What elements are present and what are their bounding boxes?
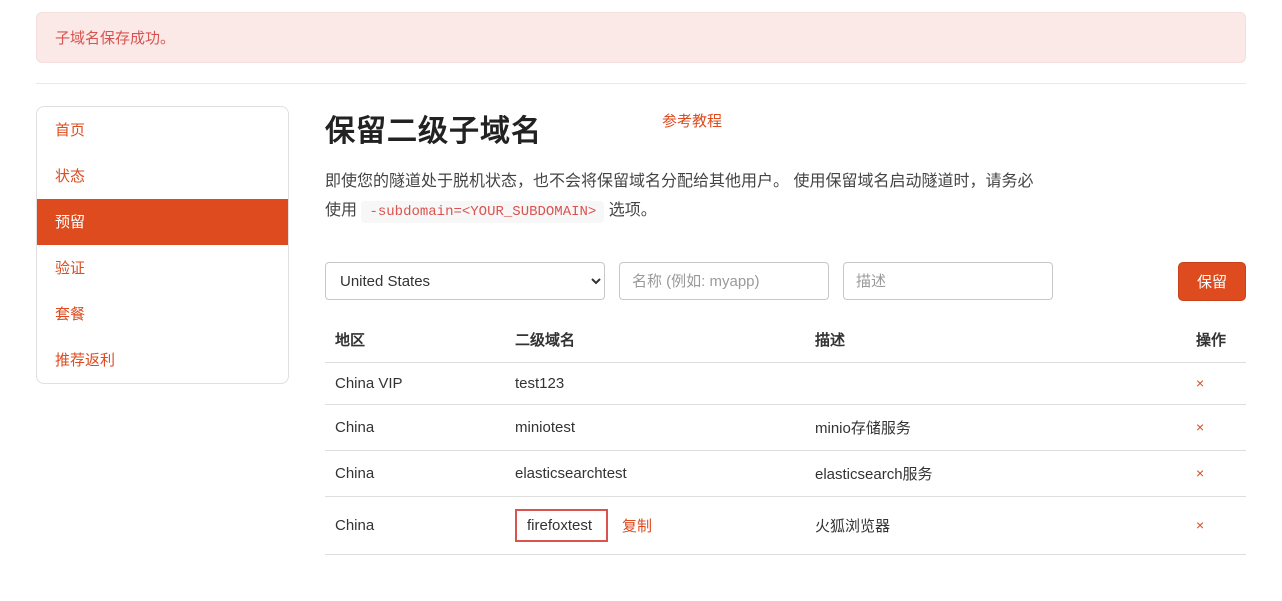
domains-table-wrap: 地区 二级域名 描述 操作 China VIP test123 × China	[325, 317, 1246, 555]
sidebar-item-status[interactable]: 状态	[37, 153, 288, 199]
copy-link[interactable]: 复制	[622, 515, 652, 536]
sidebar-item-referral[interactable]: 推荐返利	[37, 337, 288, 383]
desc-code: -subdomain=<YOUR_SUBDOMAIN>	[361, 201, 604, 223]
name-input[interactable]	[619, 262, 829, 300]
cell-region: China	[325, 496, 505, 554]
cell-desc: elasticsearch服务	[805, 450, 1186, 496]
sidebar-item-plan[interactable]: 套餐	[37, 291, 288, 337]
sidebar-item-reserve[interactable]: 预留	[37, 199, 288, 245]
cell-region: China	[325, 450, 505, 496]
sidebar-nav: 首页 状态 预留 验证 套餐 推荐返利	[36, 106, 289, 384]
reserve-button[interactable]: 保留	[1178, 262, 1246, 301]
cell-desc: minio存储服务	[805, 404, 1186, 450]
delete-icon[interactable]: ×	[1196, 517, 1204, 533]
th-domain: 二级域名	[505, 317, 805, 363]
table-row: China miniotest minio存储服务 ×	[325, 404, 1246, 450]
alert-text: 子域名保存成功。	[55, 30, 175, 47]
main-content: 保留二级子域名 参考教程 即使您的隧道处于脱机状态，也不会将保留域名分配给其他用…	[325, 106, 1246, 555]
sidebar-item-home[interactable]: 首页	[37, 107, 288, 153]
success-alert: 子域名保存成功。	[36, 12, 1246, 63]
tutorial-link[interactable]: 参考教程	[662, 106, 722, 131]
delete-icon[interactable]: ×	[1196, 375, 1204, 391]
description-input[interactable]	[843, 262, 1053, 300]
cell-region: China VIP	[325, 362, 505, 404]
table-row: China elasticsearchtest elasticsearch服务 …	[325, 450, 1246, 496]
cell-domain-highlighted: firefoxtest	[515, 509, 608, 542]
delete-icon[interactable]: ×	[1196, 465, 1204, 481]
th-desc: 描述	[805, 317, 1186, 363]
cell-domain: test123	[505, 362, 805, 404]
cell-region: China	[325, 404, 505, 450]
domains-table: 地区 二级域名 描述 操作 China VIP test123 × China	[325, 317, 1246, 555]
cell-domain: elasticsearchtest	[505, 450, 805, 496]
page-title: 保留二级子域名	[325, 106, 542, 150]
cell-desc: 火狐浏览器	[805, 496, 1186, 554]
region-select[interactable]: United States	[325, 262, 605, 300]
sidebar-item-verify[interactable]: 验证	[37, 245, 288, 291]
table-row: China firefoxtest 复制 火狐浏览器 ×	[325, 496, 1246, 554]
th-region: 地区	[325, 317, 505, 363]
delete-icon[interactable]: ×	[1196, 419, 1204, 435]
th-action: 操作	[1186, 317, 1246, 363]
desc-part2: 选项。	[609, 202, 657, 219]
reserve-form-row: United States 保留	[325, 262, 1246, 301]
cell-domain: miniotest	[505, 404, 805, 450]
cell-desc	[805, 362, 1186, 404]
table-row: China VIP test123 ×	[325, 362, 1246, 404]
page-description: 即使您的隧道处于脱机状态，也不会将保留域名分配给其他用户。 使用保留域名启动隧道…	[325, 168, 1045, 226]
